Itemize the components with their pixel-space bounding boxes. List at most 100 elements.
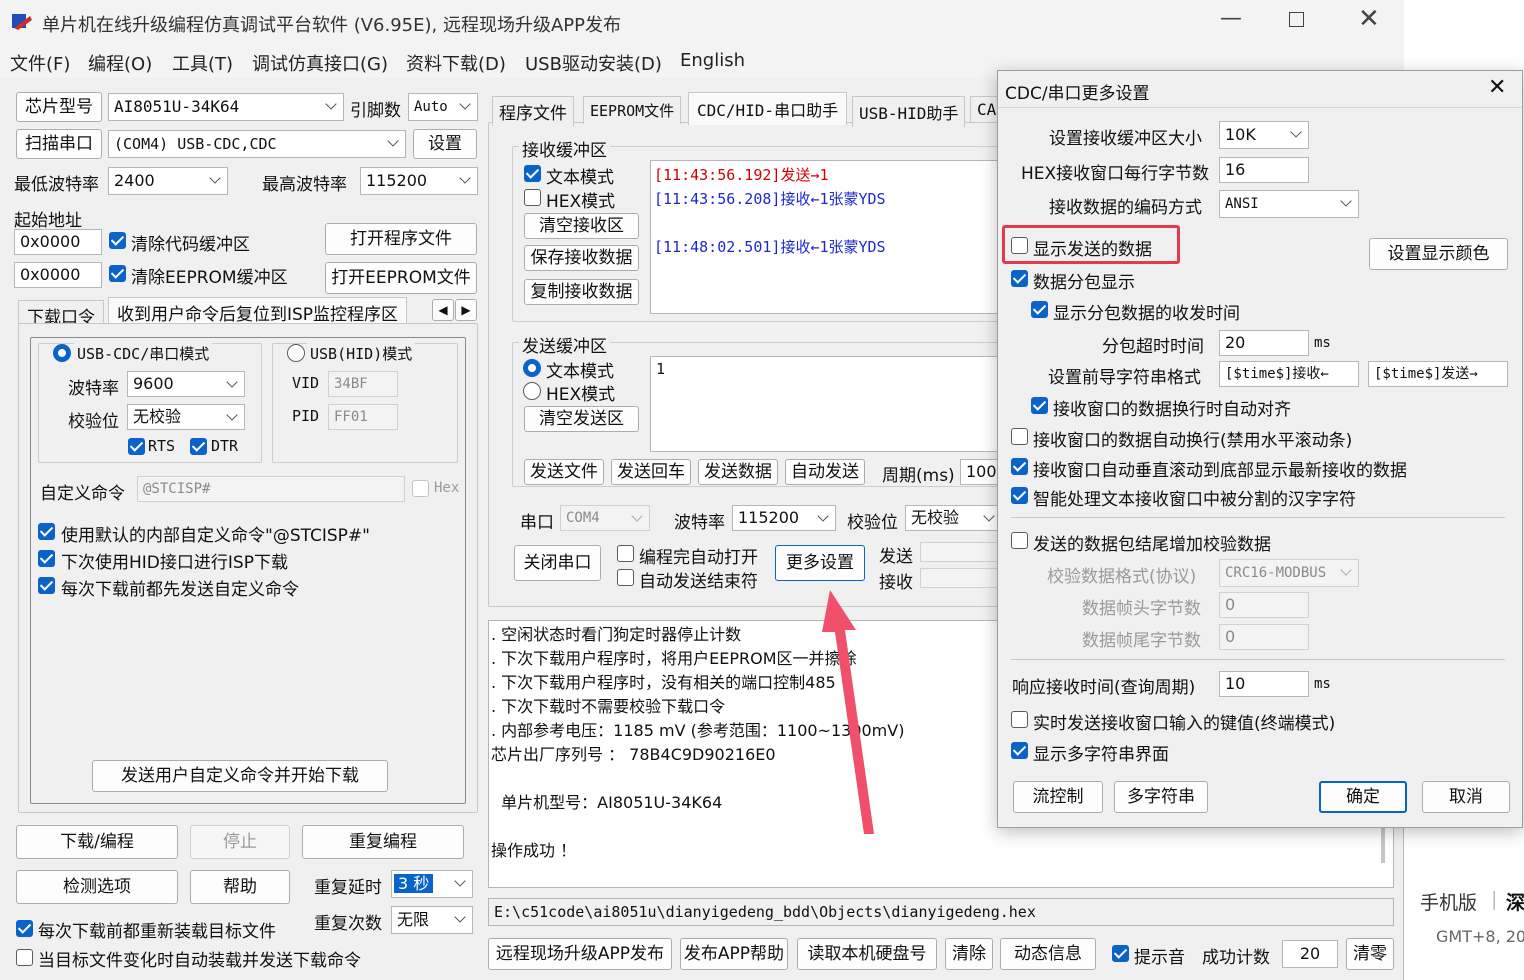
clear-code-checkbox[interactable] [109, 232, 126, 249]
chip-type-button[interactable]: 芯片型号 [16, 92, 102, 122]
encoding-select[interactable]: ANSI [1219, 190, 1359, 218]
menu-file[interactable]: 文件(F) [10, 50, 70, 76]
auto-align-checkbox[interactable] [1031, 397, 1048, 414]
copy-receive-button[interactable]: 复制接收数据 [524, 279, 639, 305]
read-disk-button[interactable]: 读取本机硬盘号 [797, 938, 937, 970]
remote-upgrade-button[interactable]: 远程现场升级APP发布 [488, 938, 672, 970]
auto-open-checkbox[interactable] [617, 545, 634, 562]
auto-end-checkbox[interactable] [617, 569, 634, 586]
tab-program-file[interactable]: 程序文件 [492, 96, 574, 126]
menu-debug[interactable]: 调试仿真接口(G) [252, 50, 388, 76]
beep-checkbox[interactable] [1112, 945, 1129, 962]
receive-area[interactable]: [11:43:56.192]发送→1 [11:43:56.208]接收←1张蒙YD… [650, 160, 1002, 314]
code-address-input[interactable]: 0x0000 [14, 229, 102, 255]
port-settings-button[interactable]: 设置 [413, 129, 477, 159]
auto-load-checkbox[interactable] [16, 949, 33, 966]
menu-downloads[interactable]: 资料下载(D) [406, 50, 506, 76]
rts-checkbox[interactable] [128, 438, 145, 455]
cancel-button[interactable]: 取消 [1422, 781, 1510, 813]
clear-send-button[interactable]: 清空发送区 [524, 406, 639, 432]
auto-scroll-checkbox[interactable] [1011, 458, 1028, 475]
baud-select[interactable]: 9600 [127, 371, 245, 397]
reset-count-button[interactable]: 清零 [1346, 938, 1394, 970]
port-select[interactable]: (COM4) USB-CDC,CDC [108, 130, 406, 158]
ok-button[interactable]: 确定 [1319, 781, 1407, 813]
send-text-mode-radio[interactable] [523, 359, 541, 377]
auto-wrap-checkbox[interactable] [1011, 428, 1028, 445]
send-file-button[interactable]: 发送文件 [524, 459, 604, 485]
prefix-send-input[interactable]: [$time$]发送→ [1368, 361, 1508, 387]
dialog-close-icon[interactable]: ✕ [1488, 75, 1506, 100]
recv-text-mode-checkbox[interactable] [524, 165, 541, 182]
send-custom-first-checkbox[interactable] [38, 577, 55, 594]
period-input[interactable]: 100 [960, 459, 1000, 485]
buffer-size-select[interactable]: 10K [1219, 121, 1309, 149]
maximize-icon[interactable] [1289, 12, 1304, 27]
send-data-button[interactable]: 发送数据 [698, 459, 778, 485]
tab-cdc-hid-serial[interactable]: CDC/HID-串口助手 [688, 92, 848, 125]
mobile-version-link[interactable]: 手机版 [1420, 888, 1477, 915]
default-command-checkbox[interactable] [38, 523, 55, 540]
download-program-button[interactable]: 下载/编程 [16, 825, 178, 859]
dynamic-info-button[interactable]: 动态信息 [1000, 938, 1096, 970]
repeat-delay-select[interactable]: 3 秒 [391, 870, 473, 898]
send-custom-download-button[interactable]: 发送用户自定义命令并开始下载 [92, 760, 388, 792]
help-button[interactable]: 帮助 [190, 870, 290, 904]
min-baud-select[interactable]: 2400 [108, 167, 228, 195]
response-time-input[interactable]: 10 [1219, 671, 1309, 697]
dtr-checkbox[interactable] [190, 438, 207, 455]
flow-control-button[interactable]: 流控制 [1013, 781, 1103, 813]
hex-bytes-input[interactable]: 16 [1219, 157, 1309, 183]
deep-link[interactable]: 深 [1506, 888, 1524, 915]
eeprom-address-input[interactable]: 0x0000 [14, 262, 102, 288]
send-enter-button[interactable]: 发送回车 [611, 459, 691, 485]
repeat-program-button[interactable]: 重复编程 [302, 825, 464, 859]
clear-eeprom-checkbox[interactable] [109, 265, 126, 282]
packet-timeout-input[interactable]: 20 [1219, 330, 1309, 356]
max-baud-select[interactable]: 115200 [360, 167, 478, 195]
hid-isp-checkbox[interactable] [38, 550, 55, 567]
menu-tools[interactable]: 工具(T) [172, 50, 233, 76]
send-hex-mode-radio[interactable] [523, 382, 541, 400]
smart-chinese-checkbox[interactable] [1011, 487, 1028, 504]
menu-english[interactable]: English [680, 50, 745, 71]
detect-options-button[interactable]: 检测选项 [16, 870, 178, 904]
tab-usb-hid[interactable]: USB-HID助手 [852, 96, 966, 127]
append-check-checkbox[interactable] [1011, 532, 1028, 549]
multi-string-button[interactable]: 多字符串 [1114, 781, 1208, 813]
prefix-receive-input[interactable]: [$time$]接收← [1219, 361, 1359, 387]
repeat-count-select[interactable]: 无限 [391, 906, 473, 934]
serial-baud-select[interactable]: 115200 [732, 505, 836, 531]
packet-display-checkbox[interactable] [1011, 270, 1028, 287]
menu-usb-driver[interactable]: USB驱动安装(D) [525, 50, 662, 76]
tab-eeprom-file[interactable]: EEPROM文件 [583, 96, 682, 124]
set-display-color-button[interactable]: 设置显示颜色 [1369, 238, 1508, 270]
minimize-icon[interactable]: — [1220, 6, 1242, 31]
reload-target-checkbox[interactable] [16, 920, 33, 937]
close-icon[interactable]: ✕ [1358, 4, 1380, 34]
realtime-send-checkbox[interactable] [1011, 711, 1028, 728]
scan-port-button[interactable]: 扫描串口 [16, 129, 102, 159]
clear-receive-button[interactable]: 清空接收区 [524, 213, 639, 239]
menu-program[interactable]: 编程(O) [88, 50, 152, 76]
tab-scroll-right-icon[interactable]: ▶ [455, 299, 477, 321]
clear-button[interactable]: 清除 [945, 938, 993, 970]
open-eeprom-file-button[interactable]: 打开EEPROM文件 [325, 262, 477, 294]
open-program-file-button[interactable]: 打开程序文件 [325, 223, 477, 255]
serial-parity-select[interactable]: 无校验 [905, 505, 1002, 531]
save-receive-button[interactable]: 保存接收数据 [524, 245, 639, 271]
app-help-button[interactable]: 发布APP帮助 [680, 938, 788, 970]
pin-select[interactable]: Auto [408, 93, 478, 121]
send-area[interactable]: 1 [650, 356, 1002, 452]
cdc-mode-radio[interactable] [53, 344, 71, 362]
more-settings-button[interactable]: 更多设置 [775, 545, 865, 581]
tab-scroll-left-icon[interactable]: ◀ [432, 299, 454, 321]
show-sent-checkbox[interactable] [1011, 237, 1028, 254]
multi-string-ui-checkbox[interactable] [1011, 742, 1028, 759]
auto-send-button[interactable]: 自动发送 [785, 459, 865, 485]
packet-time-checkbox[interactable] [1031, 301, 1048, 318]
close-port-button[interactable]: 关闭串口 [514, 545, 601, 581]
hid-mode-radio[interactable] [287, 344, 305, 362]
parity-select[interactable]: 无校验 [127, 404, 245, 430]
chip-select[interactable]: AI8051U-34K64 [108, 93, 344, 121]
